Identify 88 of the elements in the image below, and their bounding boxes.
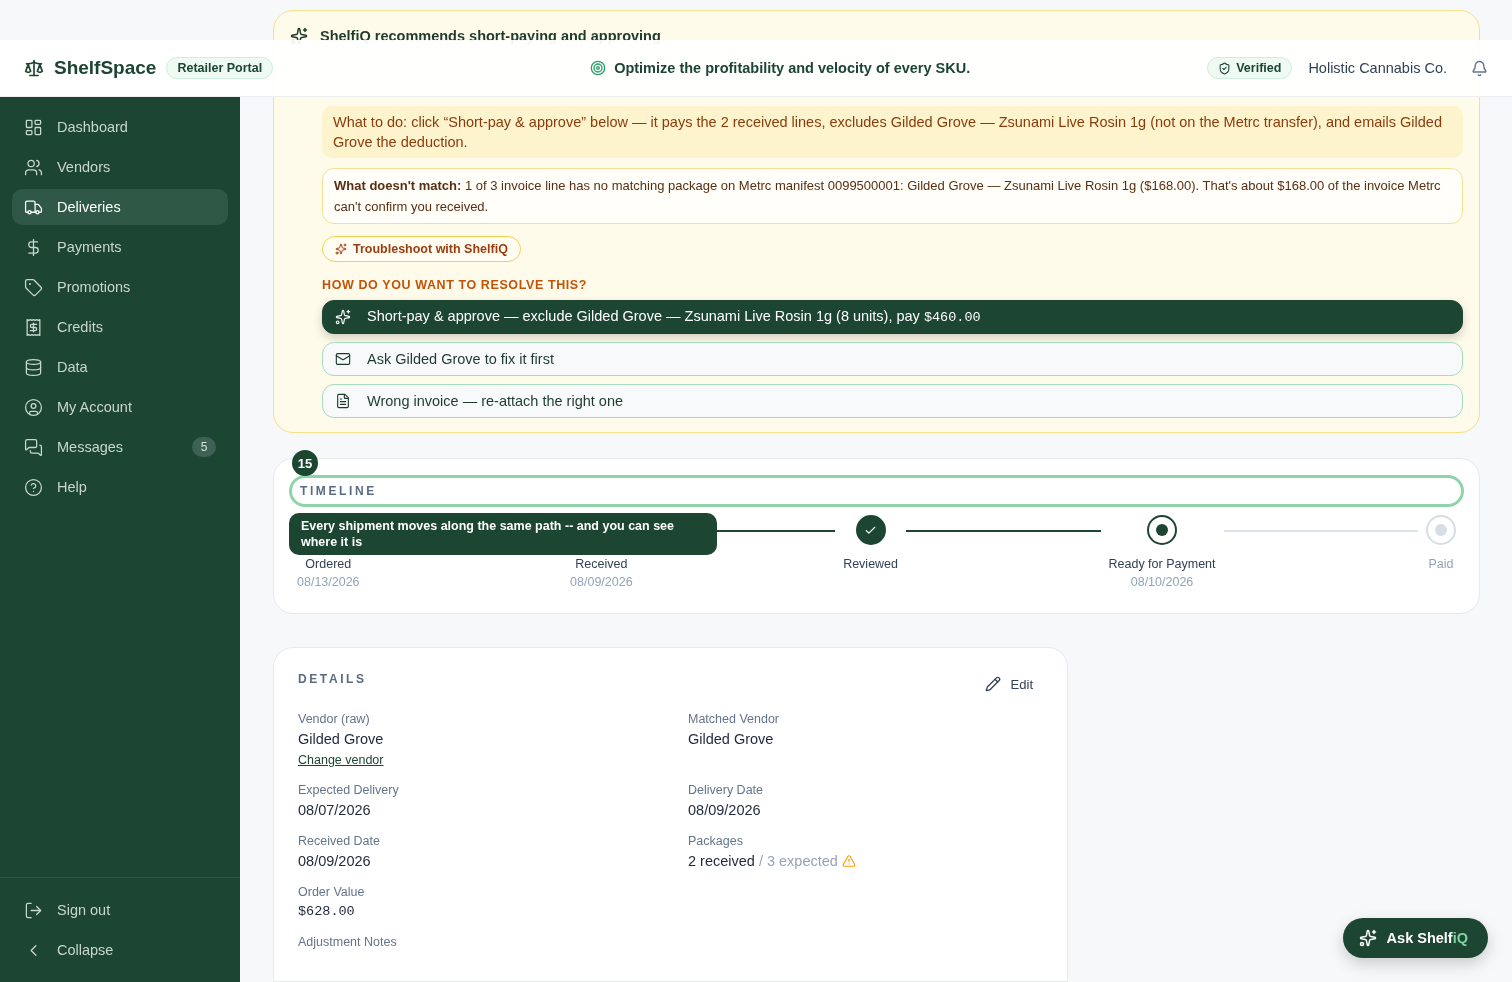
field-value: 2 received / 3 expected — [688, 853, 856, 869]
edit-button[interactable]: Edit — [974, 676, 1043, 692]
step-date: 08/10/2026 — [1130, 575, 1194, 589]
tagline: Optimize the profitability and velocity of every SKU. — [614, 60, 971, 76]
field-label: Expected Delivery — [298, 783, 399, 797]
sidebar-item-label: Data — [57, 359, 89, 375]
sidebar-item-label: Deliveries — [57, 199, 122, 215]
field-label: Matched Vendor — [688, 712, 780, 726]
tag-icon — [24, 277, 43, 297]
brand-name: ShelfSpace — [54, 57, 157, 79]
details-heading: DETAILS — [298, 672, 367, 686]
field-label: Vendor (raw) — [298, 712, 370, 726]
step-marker — [1426, 515, 1456, 545]
user-icon — [24, 397, 43, 417]
step-label: Paid — [1428, 557, 1454, 571]
timeline-heading: TIMELINE — [289, 475, 1464, 507]
mismatch-text: What doesn't match: 1 of 3 invoice line has no matching package on Metrc manifest 0099500001: Gilded Grove — Zsunami Live Rosin 1g ($168.00). That's about $168.00 of the invoice Metrc can't confirm you received. — [322, 167, 1463, 224]
field-label: Adjustment Notes — [298, 935, 397, 949]
tour-step-badge: 15 — [292, 450, 318, 476]
sidebar-item-label: Help — [57, 479, 88, 495]
chat-icon — [24, 437, 43, 457]
field-label: Packages — [688, 834, 743, 848]
step-label: Ready for Payment — [1108, 557, 1216, 571]
sidebar-item[interactable]: Credits — [12, 309, 228, 345]
sidebar-item-label: Credits — [57, 319, 104, 335]
field-value: 08/07/2026 — [298, 802, 371, 818]
mail-icon — [335, 350, 351, 367]
help-icon — [24, 477, 43, 497]
sidebar-item[interactable]: Payments — [12, 229, 228, 265]
troubleshoot-button[interactable]: Troubleshoot with ShelfiQ — [322, 235, 521, 262]
database-icon — [24, 357, 43, 377]
sidebar-item[interactable]: My Account — [12, 389, 228, 425]
sidebar-item[interactable]: Promotions — [12, 269, 228, 305]
step-marker — [1147, 515, 1177, 545]
pencil-icon — [984, 676, 1001, 692]
ask-assistant-button[interactable]: Ask ShelfiQ — [1342, 918, 1488, 958]
field-value: Gilded Grove — [688, 731, 774, 747]
sidebar-item-label: Sign out — [57, 902, 112, 918]
field-value: 08/09/2026 — [688, 802, 761, 818]
sidebar-item[interactable]: Sign out — [12, 892, 228, 928]
sidebar-item[interactable]: Help — [12, 469, 228, 505]
people-icon — [24, 157, 43, 177]
sidebar-item[interactable]: Vendors — [12, 149, 228, 185]
sparkle-icon — [335, 242, 347, 255]
field-label: Order Value — [298, 885, 365, 899]
portal-badge: Retailer Portal — [166, 57, 274, 79]
field-label: Received Date — [298, 834, 380, 848]
account-name: Holistic Cannabis Co. — [1308, 60, 1447, 76]
sidebar-item[interactable]: Messages 5 — [12, 429, 228, 465]
sidebar-item-label: My Account — [57, 399, 133, 415]
sidebar-item[interactable]: Data — [12, 349, 228, 385]
sidebar-item-label: Collapse — [57, 942, 115, 958]
step-date: 08/13/2026 — [297, 575, 360, 589]
recommendation-title: ShelfiQ recommends short-paying and approving — [320, 28, 661, 45]
sparkle-icon — [335, 308, 351, 325]
field-label: Delivery Date — [688, 783, 764, 797]
notifications-icon[interactable] — [1471, 59, 1488, 77]
unread-count: 5 — [192, 437, 216, 457]
resolution-option[interactable]: Short-pay & approve — exclude Gilded Grove — Zsunami Live Rosin 1g (8 units), pay $460.00 — [322, 299, 1463, 334]
resolution-option[interactable]: Wrong invoice — re-attach the right one — [322, 383, 1463, 418]
sparkle-icon — [1358, 929, 1377, 947]
dashboard-icon — [24, 117, 43, 137]
sidebar-item[interactable]: Collapse — [12, 932, 228, 968]
tour-tooltip: Every shipment moves along the same path -- and you can see where it is — [289, 513, 717, 555]
field-value: 08/09/2026 — [298, 853, 371, 869]
document-icon — [335, 392, 351, 409]
resolution-option[interactable]: Ask Gilded Grove to fix it first — [322, 341, 1463, 376]
sidebar-item-label: Promotions — [57, 279, 132, 295]
step-label: Received — [575, 557, 628, 571]
receipt-icon — [24, 317, 43, 337]
step-label: Reviewed — [843, 557, 898, 571]
sidebar-item[interactable]: Dashboard — [12, 109, 228, 145]
change-vendor-link[interactable]: Change vendor — [298, 753, 384, 767]
sidebar-item-label: Vendors — [57, 159, 112, 175]
field-value: $628.00 — [298, 904, 355, 919]
sidebar-item-label: Payments — [57, 239, 123, 255]
instruction-text: What to do: click “Short-pay & approve” below — it pays the 2 received lines, excludes Gilded Grove — Zsunami Live Rosin 1g (not on the Metrc transfer), and emails Gilded Grove the deduction. — [322, 105, 1463, 158]
sign-out-icon — [24, 900, 43, 920]
scale-logo-icon — [24, 58, 44, 78]
step-date: 08/09/2026 — [570, 575, 633, 589]
verified-badge: Verified — [1207, 57, 1293, 79]
step-label: Ordered — [305, 557, 352, 571]
sidebar-item-label: Messages — [57, 439, 125, 455]
sidebar-item[interactable]: Deliveries — [12, 189, 228, 225]
resolve-question: HOW DO YOU WANT TO RESOLVE THIS? — [322, 277, 589, 292]
field-value: Gilded Grove — [298, 731, 384, 747]
sidebar-item-label: Dashboard — [57, 119, 129, 135]
target-icon — [590, 60, 607, 76]
